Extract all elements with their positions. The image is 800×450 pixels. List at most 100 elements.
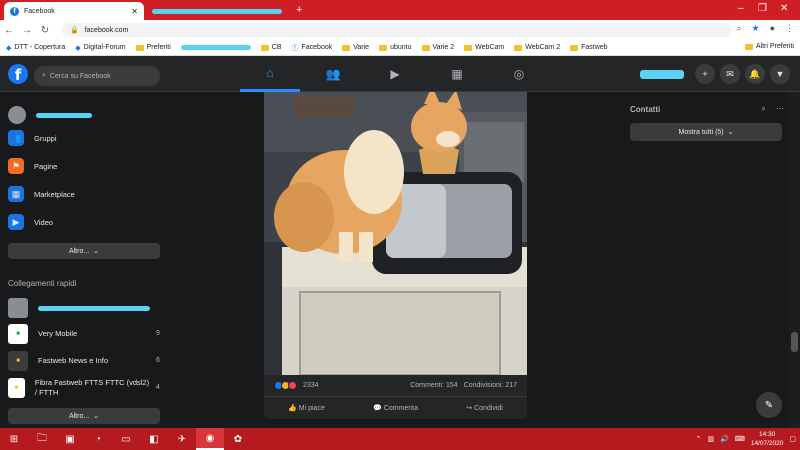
watch-icon[interactable]: ▶ <box>365 56 425 92</box>
thumbs-up-icon: 👍 <box>288 404 297 412</box>
profile-name-redacted[interactable] <box>640 69 684 79</box>
folder-icon <box>260 44 269 51</box>
app-icon-orange[interactable]: ◧ <box>140 428 168 450</box>
bookmark-item[interactable]: ◆ DTT - Copertura <box>6 44 65 52</box>
url-input[interactable]: 🔒 facebook.com <box>62 23 732 37</box>
bookmark-redacted[interactable] <box>180 45 251 50</box>
scrollbar-thumb[interactable] <box>791 332 798 352</box>
show-all-contacts-button[interactable]: Mostra tutti (5) ⌄ <box>630 123 782 141</box>
account-menu-icon[interactable]: ▼ <box>770 64 790 84</box>
menu-dots-icon[interactable]: ⋮ <box>785 23 794 34</box>
bookmark-item[interactable]: Varie 2 <box>421 44 454 51</box>
close-window-icon[interactable]: ✕ <box>780 3 788 14</box>
shortcut-item[interactable]: ■ Fibra Fastweb FTTS FTTC (vdsl2) / FTTH <box>8 378 153 398</box>
share-button[interactable]: ↪ Condividi <box>466 404 503 412</box>
cat-toaster-image <box>264 92 527 375</box>
profile-name-redacted <box>36 112 92 118</box>
paint-icon[interactable]: ✿ <box>224 428 252 450</box>
bookmark-label: CB <box>271 44 282 51</box>
compose-icon: ✎ <box>764 399 774 411</box>
messenger-icon[interactable]: ✉ <box>720 64 740 84</box>
page-scrollbar[interactable] <box>789 92 800 428</box>
windows-start-icon[interactable]: ⊞ <box>0 428 28 450</box>
post-photo[interactable] <box>264 92 527 375</box>
sidebar-item[interactable]: ⚑ Pagine <box>8 158 57 174</box>
search-contacts-icon[interactable]: ⌕ <box>762 104 766 114</box>
like-button[interactable]: 👍 Mi piace <box>288 404 325 412</box>
reload-icon[interactable]: ↻ <box>36 25 54 36</box>
reaction-count[interactable]: 2334 <box>303 382 319 389</box>
options-dots-icon[interactable]: ⋯ <box>776 104 784 114</box>
shortcut-redacted[interactable] <box>8 298 150 318</box>
minimize-icon[interactable]: – <box>738 3 744 14</box>
bookmark-label: WebCam 2 <box>525 44 561 51</box>
groups-icon[interactable]: ◎ <box>489 56 549 92</box>
contacts-title: Contatti <box>630 105 661 114</box>
sidebar-item[interactable]: 👥 Gruppi <box>8 130 57 146</box>
groups-icon: 👥 <box>8 130 24 146</box>
tab-facebook[interactable]: f Facebook ✕ <box>4 2 144 20</box>
remote-desktop-icon[interactable]: ▭ <box>112 428 140 450</box>
folder-icon <box>379 44 388 51</box>
bookmark-item[interactable]: CB <box>260 44 282 51</box>
bookmark-label: Fastweb <box>581 44 608 51</box>
volume-icon[interactable]: 🔊 <box>720 435 729 443</box>
notifications-icon[interactable]: 🔔 <box>745 64 765 84</box>
new-tab-button[interactable]: + <box>296 4 302 16</box>
bookmark-item[interactable]: ◆ Digital-Forum <box>75 44 125 52</box>
close-tab-icon[interactable]: ✕ <box>131 7 138 16</box>
tray-chevron-up-icon[interactable]: ⌃ <box>696 435 702 443</box>
shortcut-item[interactable]: ■ Fastweb News e Info <box>8 351 153 371</box>
other-bookmarks[interactable]: Altri Preferiti <box>744 43 794 50</box>
search-input[interactable]: ⌕ Cerca su Facebook <box>34 66 160 86</box>
file-explorer-icon[interactable]: 🗀 <box>28 428 56 450</box>
sidebar-item[interactable]: ▦ Marketplace <box>8 186 75 202</box>
shortcut-item[interactable]: ■ Very Mobile <box>8 324 153 344</box>
bookmark-item[interactable]: ⓕ Facebook <box>292 43 333 53</box>
comment-button[interactable]: 💬 Commenta <box>373 404 418 412</box>
system-clock[interactable]: 14:30 14/07/2020 <box>751 430 784 448</box>
sidebar-item[interactable]: ▶ Video <box>8 214 53 230</box>
chrome-icon[interactable]: ◉ <box>196 428 224 450</box>
bookmark-label: ubuntu <box>390 44 412 51</box>
tab-other[interactable] <box>146 2 294 20</box>
chevron-down-icon: ⌄ <box>93 248 100 255</box>
app-icon-green[interactable]: ▣ <box>56 428 84 450</box>
chevron-down-icon: ⌄ <box>93 413 100 420</box>
facebook-favicon-icon: f <box>10 6 19 16</box>
bookmark-item[interactable]: ubuntu <box>379 44 412 51</box>
bookmark-item[interactable]: Preferiti <box>135 44 171 51</box>
shares-count[interactable]: Condivisioni: 217 <box>464 382 517 389</box>
bookmark-item[interactable]: WebCam <box>464 44 504 51</box>
notifications-icon[interactable]: ▢ <box>789 435 796 443</box>
new-message-button[interactable]: ✎ <box>756 392 782 418</box>
bookmark-item[interactable]: Varie <box>342 44 369 51</box>
profile-row[interactable] <box>8 106 92 124</box>
search-icon[interactable]: ⌕ <box>736 23 741 34</box>
maximize-icon[interactable]: ❐ <box>758 3 767 14</box>
shortcut-logo-icon: ■ <box>8 378 25 398</box>
search-placeholder: Cerca su Facebook <box>49 72 111 80</box>
bookmark-label: Facebook <box>301 44 333 51</box>
facebook-logo-icon[interactable]: f <box>8 64 28 84</box>
home-icon[interactable]: ⌂ <box>240 56 300 92</box>
network-icon[interactable]: ▥ <box>707 435 714 443</box>
shortcut-count: 6 <box>156 357 160 364</box>
telegram-icon[interactable]: ✈ <box>168 428 196 450</box>
star-icon[interactable]: ★ <box>751 23 759 34</box>
speedometer-icon[interactable]: ◔ <box>84 428 112 450</box>
comments-count[interactable]: Commenti: 154 <box>410 382 457 389</box>
sidebar-item-label: Video <box>34 217 54 227</box>
profile-avatar-icon[interactable]: ● <box>770 23 775 34</box>
marketplace-icon[interactable]: ▦ <box>427 56 487 92</box>
more-shortcuts-button[interactable]: Altro... ⌄ <box>8 408 160 424</box>
create-icon[interactable]: + <box>695 64 715 84</box>
friends-icon[interactable]: 👥 <box>303 56 363 92</box>
forward-icon[interactable]: → <box>18 25 36 36</box>
more-button[interactable]: Altro... ⌄ <box>8 243 160 259</box>
bookmark-item[interactable]: WebCam 2 <box>514 44 560 51</box>
bookmark-item[interactable]: Fastweb <box>570 44 608 51</box>
keyboard-icon[interactable]: ⌨ <box>735 435 745 443</box>
back-icon[interactable]: ← <box>0 25 18 36</box>
shortcut-logo-icon: ■ <box>8 351 28 371</box>
